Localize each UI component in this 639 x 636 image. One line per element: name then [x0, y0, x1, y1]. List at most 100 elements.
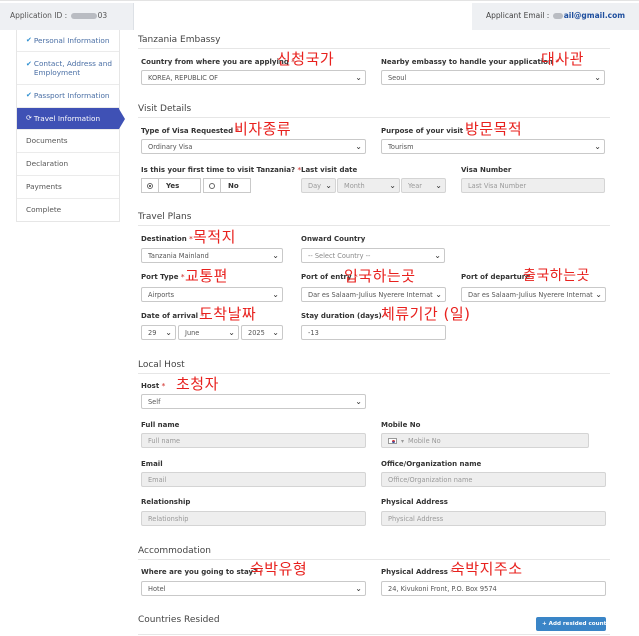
visa-type-select[interactable]: Ordinary Visa ⌄	[141, 139, 366, 154]
annotation-port-type: 교통편	[185, 267, 228, 285]
embassy-select[interactable]: Seoul ⌄	[381, 70, 605, 85]
stay-where-label: Where are you going to stay? *	[141, 568, 264, 576]
sidebar-item-payments[interactable]: Payments	[17, 176, 119, 199]
application-id: Application ID : 03	[0, 3, 134, 30]
chevron-down-icon: ⌄	[272, 328, 279, 337]
divider	[138, 225, 610, 226]
purpose-select[interactable]: Tourism ⌄	[381, 139, 605, 154]
divider	[138, 559, 610, 560]
port-type-label: Port Type *	[141, 273, 185, 281]
port-type-select[interactable]: Airports ⌄	[141, 287, 283, 302]
first-time-yes-radio[interactable]: Yes	[141, 178, 201, 193]
onward-select[interactable]: -- Select Country -- ⌄	[301, 248, 445, 263]
embassy-label: Nearby embassy to handle your applicatio…	[381, 58, 560, 66]
sidebar-item-contact-address[interactable]: ✔ Contact, Address and Employment	[17, 52, 119, 85]
destination-label: Destination *	[141, 235, 193, 243]
annotation-arrival: 도착날짜	[199, 305, 257, 323]
country-select[interactable]: KOREA, REPUBLIC OF ⌄	[141, 70, 366, 85]
stay-duration-label: Stay duration (days) *	[301, 312, 388, 320]
visa-number-input[interactable]: Last Visa Number	[461, 178, 605, 193]
chevron-down-icon: ⌄	[228, 328, 235, 337]
accommodation-address-label: Physical Address *	[381, 568, 455, 576]
arrival-year-select[interactable]: 2025 ⌄	[241, 325, 283, 340]
chevron-down-icon: ⌄	[355, 142, 362, 151]
chevron-down-icon: ⌄	[272, 251, 279, 260]
arrival-month-select[interactable]: June ⌄	[178, 325, 239, 340]
chevron-down-icon: ⌄	[355, 584, 362, 593]
chevron-down-icon: ⌄	[594, 142, 601, 151]
visa-type-label: Type of Visa Requested *	[141, 127, 240, 135]
last-visit-day-select[interactable]: Day ⌄	[301, 178, 336, 193]
chevron-down-icon: ⌄	[389, 181, 396, 190]
annotation-destination: 목적지	[193, 228, 236, 246]
chevron-down-icon: ⌄	[435, 290, 442, 299]
divider	[138, 634, 610, 635]
refresh-icon: ⟳	[26, 113, 32, 122]
check-icon: ✔	[26, 91, 32, 100]
radio-icon	[209, 183, 215, 189]
section-title-visit: Visit Details	[138, 104, 192, 114]
section-title-travel: Travel Plans	[138, 212, 192, 222]
applicant-email-value: ail@gmail.com	[563, 11, 626, 20]
chevron-down-icon: ▾	[401, 438, 405, 445]
destination-select[interactable]: Tanzania Mainland ⌄	[141, 248, 283, 263]
chevron-down-icon: ⌄	[434, 251, 441, 260]
annotation-address: 숙박지주소	[451, 560, 523, 578]
divider	[138, 117, 610, 118]
relationship-input[interactable]: Relationship	[141, 511, 366, 526]
mobile-label: Mobile No	[381, 421, 421, 429]
sidebar-item-passport-information[interactable]: ✔ Passport Information	[17, 85, 119, 108]
redacted-email	[552, 13, 563, 19]
add-resided-country-button[interactable]: + Add resided country	[536, 617, 613, 631]
email-input[interactable]: Email	[141, 472, 366, 487]
section-title-accommodation: Accommodation	[138, 546, 211, 556]
sidebar-item-label: Declaration	[26, 159, 69, 169]
arrival-day-select[interactable]: 29 ⌄	[141, 325, 176, 340]
stay-duration-input[interactable]: -13	[301, 325, 446, 340]
annotation-stay: 체류기간 (일)	[381, 305, 471, 323]
accommodation-address-input[interactable]: 24, Kivukoni Front, P.O. Box 9574	[381, 581, 606, 596]
chevron-down-icon: ⌄	[355, 397, 362, 406]
arrival-label: Date of arrival *	[141, 312, 205, 320]
section-title-embassy: Tanzania Embassy	[138, 35, 221, 45]
divider	[138, 373, 610, 374]
last-visit-year-select[interactable]: Year ⌄	[401, 178, 446, 193]
first-time-no-radio[interactable]: No	[203, 178, 251, 193]
organization-label: Office/Organization name	[381, 460, 482, 468]
sidebar-item-label: Passport Information	[33, 91, 110, 101]
chevron-down-icon: ⌄	[325, 181, 332, 190]
sidebar-item-declaration[interactable]: Declaration	[17, 153, 119, 176]
application-id-value: 03	[97, 11, 108, 20]
last-visit-month-select[interactable]: Month ⌄	[337, 178, 400, 193]
email-label: Email	[141, 460, 163, 468]
step-sidebar: ✔ Personal Information ✔ Contact, Address …	[16, 30, 125, 222]
port-departure-select[interactable]: Dar es Salaam-Julius Nyerere Internat ⌄	[461, 287, 606, 302]
sidebar-item-label: Personal Information	[33, 35, 110, 45]
sidebar-item-travel-information[interactable]: ⟳ Travel Information	[17, 108, 125, 130]
chevron-down-icon: ⌄	[435, 181, 442, 190]
host-physical-address-input[interactable]: Physical Address	[381, 511, 606, 526]
sidebar-item-label: Contact, Address and Employment	[33, 58, 113, 78]
stay-where-select[interactable]: Hotel ⌄	[141, 581, 366, 596]
check-icon: ✔	[26, 35, 32, 44]
annotation-visa-type: 비자종류	[234, 120, 292, 138]
first-time-label: Is this your first time to visit Tanzani…	[141, 166, 302, 174]
applicant-email-label: Applicant Email :	[486, 11, 550, 20]
chevron-down-icon: ⌄	[595, 290, 602, 299]
sidebar-item-label: Payments	[26, 182, 62, 192]
country-label: Country from where you are applying *	[141, 58, 295, 66]
sidebar-item-personal-information[interactable]: ✔ Personal Information	[17, 30, 119, 52]
host-select[interactable]: Self ⌄	[141, 394, 366, 409]
full-name-input[interactable]: Full name	[141, 433, 366, 448]
port-entry-select[interactable]: Dar es Salaam-Julius Nyerere Internat ⌄	[301, 287, 446, 302]
host-label: Host *	[141, 382, 166, 390]
sidebar-item-documents[interactable]: Documents	[17, 130, 119, 153]
mobile-input[interactable]: ▾ Mobile No	[381, 433, 589, 448]
applicant-email: Applicant Email : ail@gmail.com	[472, 3, 639, 30]
application-id-label: Application ID :	[10, 11, 68, 20]
organization-input[interactable]: Office/Organization name	[381, 472, 606, 487]
radio-selected-icon	[147, 183, 153, 189]
check-icon: ✔	[26, 60, 32, 68]
sidebar-item-complete[interactable]: Complete	[17, 199, 119, 221]
host-physical-address-label: Physical Address	[381, 498, 448, 506]
